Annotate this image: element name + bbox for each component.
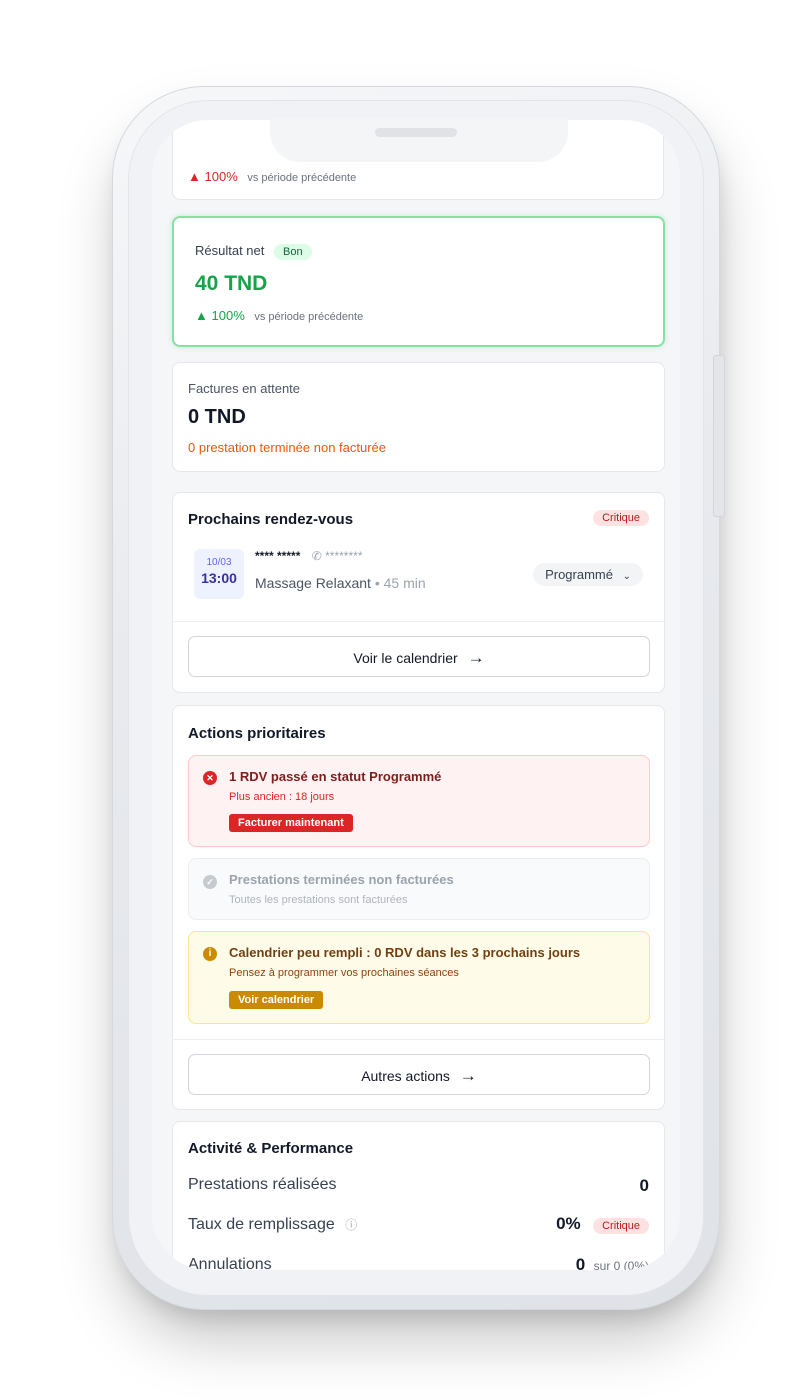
row-value: 0 [639,1176,649,1195]
pending-invoices-note: 0 prestation terminée non facturée [188,440,387,455]
trend-value: 100% [204,169,238,184]
trend-value: 100% [211,308,245,323]
info-icon: i [203,947,217,961]
trend-up-icon: ▲ [188,169,201,184]
divider [173,1039,664,1040]
row-label: Taux de remplissage [188,1216,335,1233]
service-duration: 45 min [383,575,426,591]
row-label: Prestations réalisées [188,1176,337,1193]
chevron-down-icon: ⌄ [622,571,631,582]
net-result-card: Résultat net Bon 40 TND ▲ 100% vs périod… [172,216,665,347]
net-result-label: Résultat net [195,243,265,258]
service-name: Massage Relaxant [255,575,371,591]
phone-notch [270,118,568,162]
alert-warning: i Calendrier peu rempli : 0 RDV dans les… [188,931,650,1024]
appointment-time: 13:00 [201,570,237,586]
pending-invoices-value: 0 TND [188,406,246,428]
appointment-date: 10/03 [206,557,232,568]
row-value: 0 [575,1255,586,1270]
critical-badge: Critique [593,1218,649,1234]
critical-badge: Critique [593,510,649,526]
appointment-item[interactable]: 10/03 13:00 **** ***** ✆ ******** Massag… [188,548,650,603]
status-dropdown[interactable]: Programmé ⌄ [533,563,643,586]
info-icon[interactable]: ⓘ [345,1218,357,1232]
status-badge: Bon [274,244,312,260]
alert-title: Prestations terminées non facturées [229,872,454,887]
row-label: Annulations [188,1256,272,1270]
date-chip: 10/03 13:00 [194,549,244,599]
side-button [713,355,725,517]
separator-dot: • [374,575,384,591]
alert-title: Calendrier peu rempli : 0 RDV dans les 3… [229,945,581,960]
row-suffix: sur 0 (0%) [593,1259,649,1270]
phone-icon: ✆ [311,549,322,563]
alert-subtitle: Pensez à programmer vos prochaines séanc… [229,967,459,979]
view-calendar-label: Voir le calendrier [353,650,458,666]
appointments-card: Prochains rendez-vous Critique 10/03 13:… [172,492,665,693]
view-calendar-small-button[interactable]: Voir calendrier [229,991,324,1009]
activity-title: Activité & Performance [188,1140,354,1157]
alert-subtitle: Toutes les prestations sont facturées [229,894,408,906]
appointments-title: Prochains rendez-vous [188,511,354,528]
alert-subtitle: Plus ancien : 18 jours [229,791,335,803]
screen: ▲ 100% vs période précédente Résultat ne… [152,120,680,1270]
arrow-right-icon: → [459,1066,477,1085]
net-result-value: 40 TND [195,272,268,295]
other-actions-label: Autres actions [361,1068,450,1084]
invoice-now-button[interactable]: Facturer maintenant [229,814,353,832]
actions-title: Actions prioritaires [188,725,326,742]
alert-ok: ✓ Prestations terminées non facturées To… [188,858,650,920]
pending-invoices-label: Factures en attente [188,381,301,396]
pending-invoices-card: Factures en attente 0 TND 0 prestation t… [172,362,665,472]
divider [173,621,664,622]
speaker-grille [375,128,457,137]
row-value: 0% [556,1214,581,1233]
alert-critical: ✕ 1 RDV passé en statut Programmé Plus a… [188,755,650,847]
trend-label: vs période précédente [247,172,357,184]
error-icon: ✕ [203,771,217,785]
client-name: **** ***** [255,549,301,563]
arrow-right-icon: → [467,648,485,667]
other-actions-button[interactable]: Autres actions → [188,1054,650,1095]
client-phone: ******** [325,549,363,563]
view-calendar-button[interactable]: Voir le calendrier → [188,636,650,677]
activity-card: Activité & Performance Prestations réali… [172,1121,665,1270]
check-circle-icon: ✓ [203,875,217,889]
trend-up-icon: ▲ [195,308,208,323]
priority-actions-card: Actions prioritaires ✕ 1 RDV passé en st… [172,705,665,1110]
status-label: Programmé [545,567,613,582]
alert-title: 1 RDV passé en statut Programmé [229,769,442,784]
trend-label: vs période précédente [254,311,364,323]
trend-row: ▲ 100% vs période précédente [188,169,356,184]
